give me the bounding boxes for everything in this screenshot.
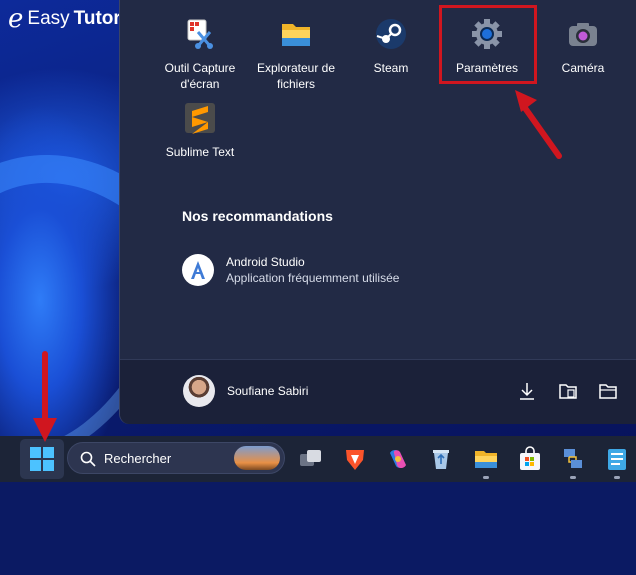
tutorial-arrow-start (33, 351, 57, 442)
steam-icon (376, 19, 406, 49)
pinned-app-snipping-tool[interactable]: Outil Capture d'écran (150, 18, 250, 92)
recommendation-item-android-studio[interactable]: Android Studio Application fréquemment u… (182, 254, 399, 286)
pinned-app-steam[interactable]: Steam (341, 18, 441, 76)
search-placeholder: Rechercher (104, 451, 172, 466)
pinned-app-label: Outil Capture d'écran (164, 61, 236, 91)
file-explorer-icon[interactable] (473, 446, 499, 472)
recommendations-title: Nos recommandations (182, 208, 333, 224)
pinned-app-label: Sublime Text (165, 145, 235, 159)
sublime-icon (185, 103, 215, 134)
taskbar-search-box[interactable]: Rechercher (67, 442, 285, 474)
task-view-icon[interactable] (298, 446, 324, 472)
start-menu-user-bar: Soufiane Sabiri (120, 359, 636, 424)
pinned-app-label: Explorateur de fichiers (256, 61, 336, 91)
network-icon[interactable] (560, 446, 586, 472)
windows-logo-icon (30, 447, 54, 471)
pinned-app-sublime-text[interactable]: Sublime Text (150, 102, 250, 160)
brave-icon[interactable] (342, 446, 368, 472)
pinned-app-file-explorer[interactable]: Explorateur de fichiers (246, 18, 346, 92)
user-account-button[interactable]: Soufiane Sabiri (183, 375, 308, 407)
easytutoriel-logo-icon: e (8, 4, 24, 34)
recommendation-name: Android Studio (226, 255, 305, 269)
microsoft-store-icon[interactable] (517, 446, 543, 472)
recommendation-subtitle: Application fréquemment utilisée (226, 271, 400, 285)
tutorial-arrow-settings (515, 90, 562, 159)
documents-folder-icon[interactable] (557, 380, 579, 402)
settings-highlight-box (439, 5, 537, 84)
pinned-app-camera[interactable]: Caméra (533, 18, 633, 76)
snipping-tool-icon (187, 19, 213, 49)
folder-icon[interactable] (597, 380, 619, 402)
recycle-bin-icon[interactable] (428, 446, 454, 472)
running-indicator (483, 476, 489, 479)
search-highlight-image (234, 446, 280, 470)
copilot-icon[interactable] (385, 446, 411, 472)
android-studio-icon (182, 254, 214, 286)
running-indicator (570, 476, 576, 479)
camera-icon (569, 23, 597, 46)
running-indicator (614, 476, 620, 479)
notepad-icon[interactable] (604, 446, 630, 472)
search-icon (80, 451, 96, 467)
user-avatar (183, 375, 215, 407)
download-icon[interactable] (516, 380, 538, 402)
user-name: Soufiane Sabiri (227, 384, 309, 398)
pinned-app-label: Caméra (561, 61, 605, 75)
watermark-prefix: Easy (27, 8, 70, 29)
pinned-app-label: Steam (373, 61, 409, 75)
folder-icon (282, 24, 310, 46)
